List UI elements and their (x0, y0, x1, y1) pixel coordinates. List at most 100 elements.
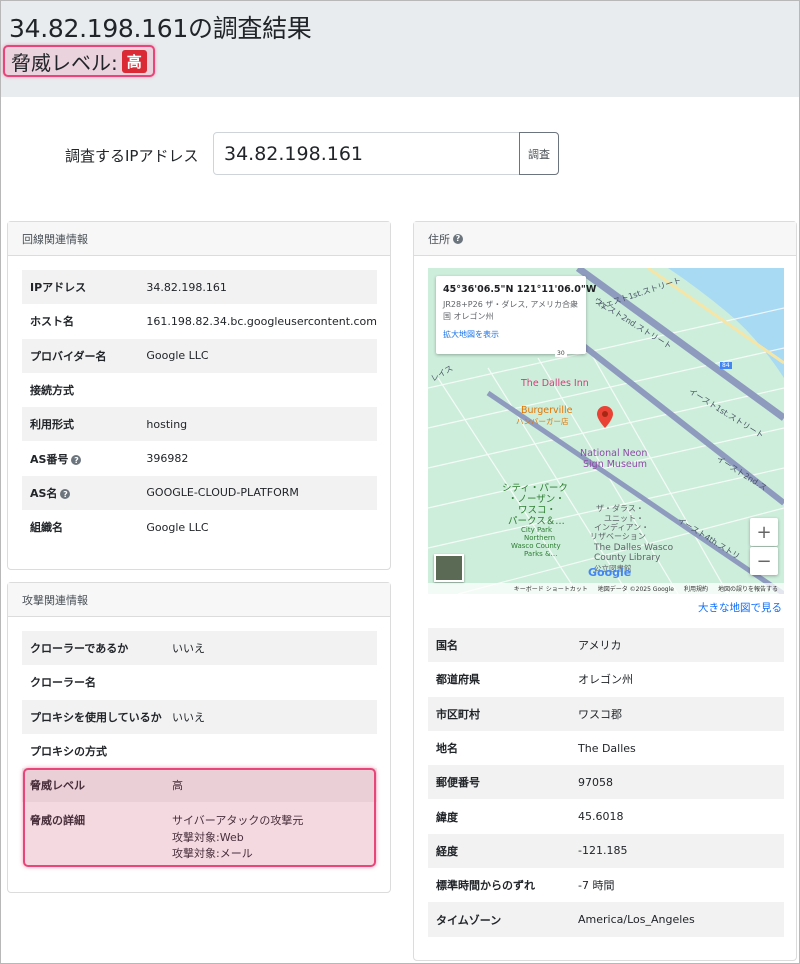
row-key: 緯度 (436, 810, 458, 824)
row-value: 161.198.82.34.bc.googleusercontent.com (146, 314, 377, 328)
page-header: 34.82.198.161の調査結果 脅威レベル: 高 (1, 1, 799, 97)
keyboard-shortcuts-link[interactable]: キーボード ショートカット (514, 584, 588, 593)
help-icon[interactable]: ? (453, 233, 463, 244)
map-label-library-2: County Library (594, 553, 661, 563)
row-value: サイバーアタックの攻撃元 攻撃対象:Web 攻撃対象:メール (172, 802, 377, 870)
table-row: クローラーであるか いいえ (22, 631, 377, 666)
map-label-park-en-4: Parks &… (524, 550, 558, 558)
row-value: 34.82.198.161 (146, 270, 377, 305)
row-value: GOOGLE-CLOUD-PLATFORM (146, 475, 377, 511)
page-title: 34.82.198.161の調査結果 (9, 14, 312, 43)
table-row: 利用形式 hosting (22, 407, 377, 442)
map-label-park-en-3: Wasco County (511, 542, 561, 550)
row-key: 都道府県 (436, 673, 480, 687)
map-footer: キーボード ショートカット 地図データ ©2025 Google 利用規約 地図… (428, 583, 784, 594)
threat-level-label: 脅威レベル: (11, 50, 118, 75)
threat-level-badge: 高 (121, 49, 147, 73)
table-row: 郵便番号 97058 (428, 765, 784, 800)
table-row: 市区町村 ワスコ郡 (428, 696, 784, 731)
row-value: 高 (172, 768, 377, 803)
map-label-neon-2: Sign Museum (583, 459, 648, 470)
table-row: 脅威の詳細 サイバーアタックの攻撃元 攻撃対象:Web 攻撃対象:メール (22, 802, 377, 870)
row-value: Google LLC (146, 520, 209, 534)
table-row: 地名 The Dalles (428, 731, 784, 765)
help-icon[interactable]: ? (71, 455, 82, 466)
map-label-burger-sub: ハンバーガー店 (516, 417, 569, 426)
table-row: タイムゾーン America/Los_Angeles (428, 902, 784, 937)
row-key: プロバイダー名 (22, 338, 147, 373)
zoom-out-button[interactable]: − (750, 547, 778, 575)
row-value: -7 時間 (578, 879, 615, 893)
terms-link[interactable]: 利用規約 (684, 584, 708, 593)
threat-detail-line: 攻撃対象:メール (172, 847, 253, 861)
row-key: 郵便番号 (428, 765, 578, 800)
report-error-link[interactable]: 地図の誤りを報告する (718, 584, 778, 593)
satellite-toggle[interactable] (434, 554, 464, 582)
row-key: タイムゾーン (428, 902, 578, 937)
attack-info-table: クローラーであるか いいえ クローラー名 プロキシを使用しているか いいえ プロキシ… (22, 631, 377, 870)
line-info-card: 回線関連情報 IPアドレス 34.82.198.161 ホスト名 161.198.8… (7, 221, 391, 570)
attack-info-title: 攻撃関連情報 (8, 583, 390, 617)
map-label-library[interactable]: The Dalles Wasco (594, 543, 673, 553)
table-row: クローラー名 (22, 665, 377, 699)
threat-detail-line: 攻撃対象:Web (172, 830, 244, 844)
table-row: プロキシを使用しているか いいえ (22, 699, 377, 734)
map-label-reservation-4: リザベーション (590, 532, 646, 541)
table-row: プロキシの方式 (22, 734, 377, 768)
row-key: 市区町村 (428, 696, 578, 731)
row-key: クローラー名 (30, 676, 96, 690)
map-label-inn[interactable]: The Dalles Inn (521, 378, 589, 389)
address-card: 住所? 45°36'06.5"N 121°11'06.0"W JR28+P26 … (413, 221, 797, 961)
open-large-map-link[interactable]: 大きな地図で見る (698, 600, 782, 615)
row-key: IPアドレス (22, 270, 147, 305)
table-row: AS番号? 396982 (22, 441, 377, 475)
row-value: いいえ (172, 631, 377, 666)
row-value (172, 665, 377, 699)
row-value: ワスコ郡 (578, 696, 784, 731)
row-key: 脅威レベル (22, 768, 172, 803)
ip-search-input[interactable] (213, 132, 520, 175)
threat-detail-line: サイバーアタックの攻撃元 (172, 814, 304, 828)
expand-map-link[interactable]: 拡大地図を表示 (443, 329, 579, 340)
row-key: プロキシを使用しているか (22, 699, 172, 734)
table-row: AS名? GOOGLE-CLOUD-PLATFORM (22, 475, 377, 511)
map[interactable]: 45°36'06.5"N 121°11'06.0"W JR28+P26 ザ・ダレ… (428, 268, 784, 594)
table-row: 緯度 45.6018 (428, 799, 784, 833)
table-row: 国名 アメリカ (428, 628, 784, 663)
zoom-in-button[interactable]: + (750, 518, 778, 546)
row-value (172, 734, 377, 768)
table-row: プロバイダー名 Google LLC (22, 338, 377, 373)
map-label-route-84: 84 (720, 362, 732, 369)
address-table: 国名 アメリカ 都道府県 オレゴン州 市区町村 ワスコ郡 地名 The Dalles 郵… (428, 628, 784, 937)
help-icon[interactable]: ? (60, 489, 71, 500)
row-key: 国名 (428, 628, 578, 663)
row-key: 利用形式 (22, 407, 147, 442)
ip-search-button[interactable]: 調査 (519, 132, 559, 175)
map-label-neon[interactable]: National Neon (580, 448, 647, 459)
map-label-park-en-2: Northern (524, 534, 556, 542)
threat-level-heading: 脅威レベル: 高 (3, 45, 155, 77)
map-label-route-30: 30 (555, 350, 567, 357)
row-value: hosting (146, 407, 377, 442)
table-row: 脅威レベル高 (22, 768, 377, 803)
google-logo: Google (588, 566, 632, 579)
row-key: 経度 (428, 833, 578, 869)
row-value: アメリカ (578, 628, 784, 663)
row-value: 45.6018 (578, 810, 624, 824)
row-key: ホスト名 (30, 315, 74, 329)
row-key: 組織名 (30, 521, 63, 535)
map-data-attribution: 地図データ ©2025 Google (597, 586, 674, 593)
table-row: IPアドレス 34.82.198.161 (22, 270, 377, 305)
map-coordinates: 45°36'06.5"N 121°11'06.0"W (443, 284, 597, 295)
map-plus-code: JR28+P26 ザ・ダレス, アメリカ合衆国 オレゴン州 (443, 300, 579, 321)
map-label-park-en: City Park (521, 526, 553, 534)
row-value: Google LLC (146, 338, 377, 373)
row-key: プロキシの方式 (30, 745, 107, 759)
location-pin-icon (597, 406, 613, 428)
table-row: 接続方式 (22, 373, 377, 407)
table-row: ホスト名 161.198.82.34.bc.googleusercontent.c… (22, 304, 377, 338)
ip-search-label: 調査するIPアドレス (65, 147, 199, 165)
address-title: 住所? (414, 222, 796, 256)
row-key: クローラーであるか (22, 631, 172, 666)
map-label-burger[interactable]: Burgerville (521, 405, 572, 416)
